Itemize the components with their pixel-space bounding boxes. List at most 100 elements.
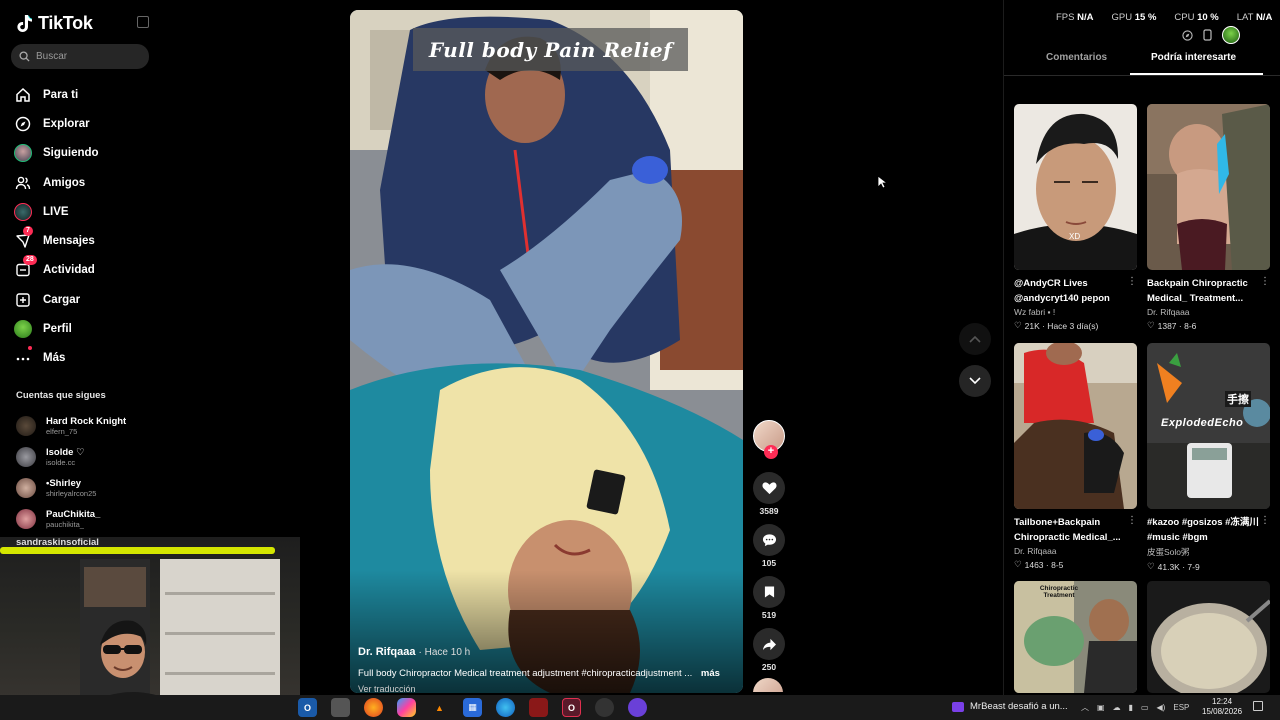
share-icon: [762, 638, 776, 650]
video-frame: [350, 10, 743, 693]
card-author: 皮蛋Solo粥: [1147, 547, 1190, 557]
opera-gx-icon[interactable]: O: [562, 698, 581, 717]
heart-outline-icon: ♡: [1014, 559, 1022, 569]
account-username: shirleyalrcon25: [46, 488, 97, 498]
following-account[interactable]: •Shirley shirleyalrcon25: [16, 472, 156, 503]
chat-app-icon[interactable]: [628, 698, 647, 717]
video-app-icon: [952, 701, 964, 712]
like-button[interactable]: [753, 472, 785, 504]
card-menu-icon[interactable]: ⋮: [1260, 276, 1270, 287]
nav-item-perfil[interactable]: Perfil: [14, 314, 154, 343]
following-account[interactable]: Hard Rock Knight elfern_75: [16, 410, 156, 441]
firefox-icon[interactable]: [364, 698, 383, 717]
next-creator-avatar[interactable]: [753, 678, 783, 692]
more-link[interactable]: más: [701, 668, 720, 679]
next-video-button[interactable]: [959, 365, 991, 397]
vlc-icon[interactable]: ▲: [430, 698, 449, 717]
nav-item-explorar[interactable]: Explorar: [14, 109, 154, 138]
search-input[interactable]: [36, 51, 136, 62]
cpu-stat: CPU 10 %: [1174, 12, 1219, 23]
mic-icon[interactable]: ▮: [1129, 703, 1133, 712]
nav-item-cargar[interactable]: Cargar: [14, 285, 154, 314]
tiktok-logo[interactable]: TikTok: [16, 13, 93, 34]
language-indicator[interactable]: ESP: [1173, 703, 1189, 712]
nav-item-amigos[interactable]: Amigos: [14, 168, 154, 197]
volume-icon[interactable]: ◀): [1157, 703, 1166, 712]
following-account[interactable]: PauChikita_ pauchikita_: [16, 503, 156, 534]
outlook-icon[interactable]: O: [298, 698, 317, 717]
device-icon[interactable]: [1203, 29, 1212, 41]
recommendation-card[interactable]: Chiropractic Treatment: [1014, 581, 1137, 693]
nav-item-mensajes[interactable]: 7 Mensajes: [14, 226, 154, 255]
video-player[interactable]: Full body Pain Relief Dr. Rifqaaa · Hace…: [350, 10, 743, 693]
card-menu-icon[interactable]: ⋮: [1260, 515, 1270, 526]
avatar: [16, 415, 36, 436]
recommendation-card[interactable]: 手擦 ExplodedEcho #kazoo #gosizos #冻满川 #mu…: [1147, 343, 1270, 572]
video-thumbnail[interactable]: Chiropractic Treatment: [1014, 581, 1137, 693]
comment-icon: [762, 534, 776, 547]
usb-icon[interactable]: ▣: [1097, 703, 1105, 712]
following-account[interactable]: Isolde ♡ isolde.cc: [16, 441, 156, 472]
heart-outline-icon: ♡: [1014, 320, 1022, 330]
obs-icon[interactable]: [595, 698, 614, 717]
avatar: [16, 508, 36, 529]
active-tab-indicator: [1130, 73, 1263, 75]
follow-plus-icon[interactable]: +: [764, 445, 778, 459]
video-author-line: Dr. Rifqaaa · Hace 10 h: [358, 646, 471, 658]
card-menu-icon[interactable]: ⋮: [1127, 515, 1137, 526]
recommendation-card[interactable]: Tailbone+Backpain Chiropractic Medical_.…: [1014, 343, 1137, 570]
chevron-down-icon: [969, 377, 981, 385]
nav-item-mas[interactable]: Más: [14, 344, 154, 373]
webcam-overlay: sandraskinsoficial: [0, 537, 300, 720]
recommendation-card[interactable]: Backpain Chiropractic Medical_ Treatment…: [1147, 104, 1270, 331]
user-avatar[interactable]: [1222, 26, 1240, 44]
comment-button[interactable]: [753, 524, 785, 556]
nav-item-para-ti[interactable]: Para ti: [14, 80, 154, 109]
translate-link[interactable]: Ver traducción: [358, 684, 416, 693]
card-title: Tailbone+Backpain Chiropractic Medical_.…: [1014, 517, 1121, 543]
save-button[interactable]: [753, 576, 785, 608]
store-icon[interactable]: ▦: [463, 698, 482, 717]
heart-outline-icon: ♡: [1147, 320, 1155, 330]
tab-podria-interesarte[interactable]: Podría interesarte: [1151, 52, 1236, 63]
video-description-line: Full body Chiropractor Medical treatment…: [358, 668, 736, 679]
comment-count: 105: [761, 558, 777, 568]
video-author[interactable]: Dr. Rifqaaa: [358, 646, 415, 658]
video-thumbnail[interactable]: 手擦 ExplodedEcho: [1147, 343, 1270, 509]
taskbar-notification[interactable]: MrBeast desafió a un...: [952, 701, 1068, 712]
cloud-icon[interactable]: ☁: [1113, 703, 1121, 712]
latency-stat: LAT N/A: [1236, 12, 1273, 23]
nav-label: Explorar: [43, 117, 90, 130]
copilot-icon[interactable]: [397, 698, 416, 717]
network-icon[interactable]: ▭: [1141, 703, 1149, 712]
recommendation-card[interactable]: XD @AndyCR Lives @andycryt140 pepon ⋮ Wz…: [1014, 104, 1137, 331]
file-explorer-icon[interactable]: [331, 698, 350, 717]
tab-comentarios[interactable]: Comentarios: [1046, 52, 1107, 63]
creator-avatar[interactable]: +: [753, 420, 785, 459]
card-title: Backpain Chiropractic Medical_ Treatment…: [1147, 278, 1248, 304]
nav-item-live[interactable]: LIVE: [14, 197, 154, 226]
video-thumbnail[interactable]: XD: [1014, 104, 1137, 270]
video-thumbnail[interactable]: [1147, 104, 1270, 270]
video-thumbnail[interactable]: [1014, 343, 1137, 509]
thumbnail-tag: 手擦: [1225, 391, 1251, 407]
nav-item-actividad[interactable]: 28 Actividad: [14, 255, 154, 285]
card-menu-icon[interactable]: ⋮: [1127, 276, 1137, 287]
home-icon: [14, 86, 32, 104]
previous-video-button[interactable]: [959, 323, 991, 355]
account-name: PauChikita_: [46, 508, 101, 520]
game-icon[interactable]: [529, 698, 548, 717]
taskbar-clock[interactable]: 12:24 15/08/2026: [1202, 697, 1242, 717]
collapse-sidebar-icon[interactable]: [137, 16, 149, 28]
search-bar[interactable]: [11, 44, 149, 69]
nav-item-siguiendo[interactable]: Siguiendo: [14, 139, 154, 168]
video-thumbnail[interactable]: [1147, 581, 1270, 693]
recommendation-card[interactable]: [1147, 581, 1270, 693]
chevron-up-tray-icon[interactable]: ︿: [1081, 702, 1089, 713]
notifications-icon[interactable]: [1253, 701, 1263, 711]
share-button[interactable]: [753, 628, 785, 660]
nav-label: LIVE: [43, 205, 69, 218]
profile-avatar-icon: [14, 320, 32, 339]
compass-small-icon[interactable]: [1182, 29, 1193, 41]
edge-icon[interactable]: [496, 698, 515, 717]
